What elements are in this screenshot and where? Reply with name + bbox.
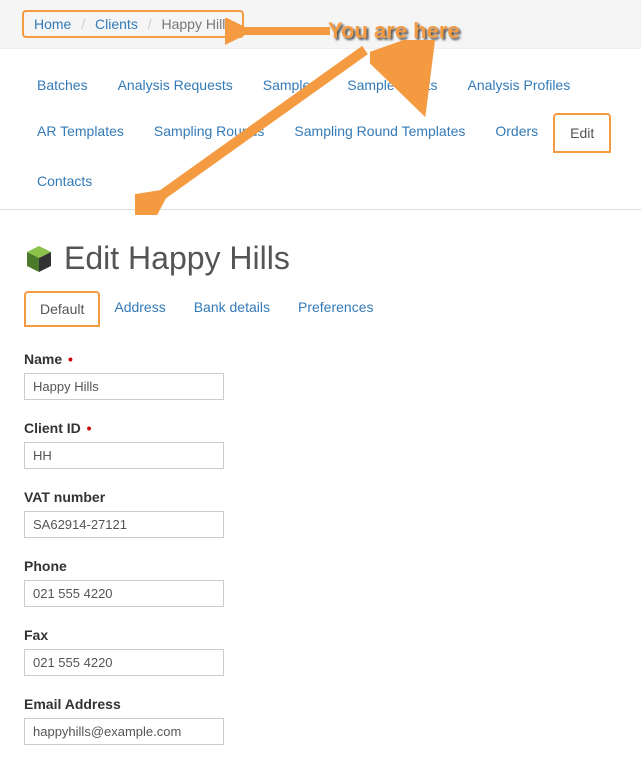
client-id-label: Client ID •	[24, 420, 617, 436]
email-input[interactable]	[24, 718, 224, 745]
fax-label: Fax	[24, 627, 617, 643]
name-label: Name •	[24, 351, 617, 367]
subtab-default[interactable]: Default	[24, 291, 100, 327]
phone-label: Phone	[24, 558, 617, 574]
tab-contacts[interactable]: Contacts	[22, 163, 107, 199]
top-tabs: Batches Analysis Requests Samples Sample…	[22, 67, 619, 209]
breadcrumb-separator: /	[75, 16, 91, 32]
form-group-email: Email Address	[24, 696, 617, 745]
form-group-phone: Phone	[24, 558, 617, 607]
sub-tabs: Default Address Bank details Preferences	[24, 291, 617, 327]
tab-sample-points[interactable]: Sample Points	[332, 67, 452, 103]
required-dot: •	[87, 420, 92, 436]
tab-ar-templates[interactable]: AR Templates	[22, 113, 139, 153]
top-tabs-container: Batches Analysis Requests Samples Sample…	[0, 49, 641, 210]
tab-edit[interactable]: Edit	[553, 113, 611, 153]
breadcrumb: Home / Clients / Happy Hills	[22, 10, 244, 38]
page-title: Edit Happy Hills	[64, 240, 290, 277]
subtab-address[interactable]: Address	[100, 291, 179, 327]
form-group-client-id: Client ID •	[24, 420, 617, 469]
email-label: Email Address	[24, 696, 617, 712]
breadcrumb-separator: /	[142, 16, 158, 32]
tab-analysis-requests[interactable]: Analysis Requests	[103, 67, 248, 103]
client-id-label-text: Client ID	[24, 420, 81, 436]
tab-batches[interactable]: Batches	[22, 67, 103, 103]
breadcrumb-bar: Home / Clients / Happy Hills	[0, 0, 641, 49]
phone-input[interactable]	[24, 580, 224, 607]
content-area: Edit Happy Hills Default Address Bank de…	[0, 210, 641, 783]
page-heading: Edit Happy Hills	[24, 240, 617, 277]
vat-number-input[interactable]	[24, 511, 224, 538]
tab-samples[interactable]: Samples	[248, 67, 332, 103]
tab-sampling-round-templates[interactable]: Sampling Round Templates	[279, 113, 480, 153]
form-group-vat-number: VAT number	[24, 489, 617, 538]
required-dot: •	[68, 351, 73, 367]
tab-analysis-profiles[interactable]: Analysis Profiles	[453, 67, 586, 103]
subtab-bank-details[interactable]: Bank details	[180, 291, 284, 327]
tab-sampling-rounds[interactable]: Sampling Rounds	[139, 113, 280, 153]
client-id-input[interactable]	[24, 442, 224, 469]
tab-orders[interactable]: Orders	[480, 113, 553, 153]
vat-number-label: VAT number	[24, 489, 617, 505]
breadcrumb-home[interactable]: Home	[34, 16, 71, 32]
breadcrumb-clients[interactable]: Clients	[95, 16, 138, 32]
name-input[interactable]	[24, 373, 224, 400]
form-group-fax: Fax	[24, 627, 617, 676]
cube-icon	[24, 244, 54, 274]
breadcrumb-current: Happy Hills	[162, 16, 233, 32]
fax-input[interactable]	[24, 649, 224, 676]
form-group-name: Name •	[24, 351, 617, 400]
name-label-text: Name	[24, 351, 62, 367]
subtab-preferences[interactable]: Preferences	[284, 291, 387, 327]
